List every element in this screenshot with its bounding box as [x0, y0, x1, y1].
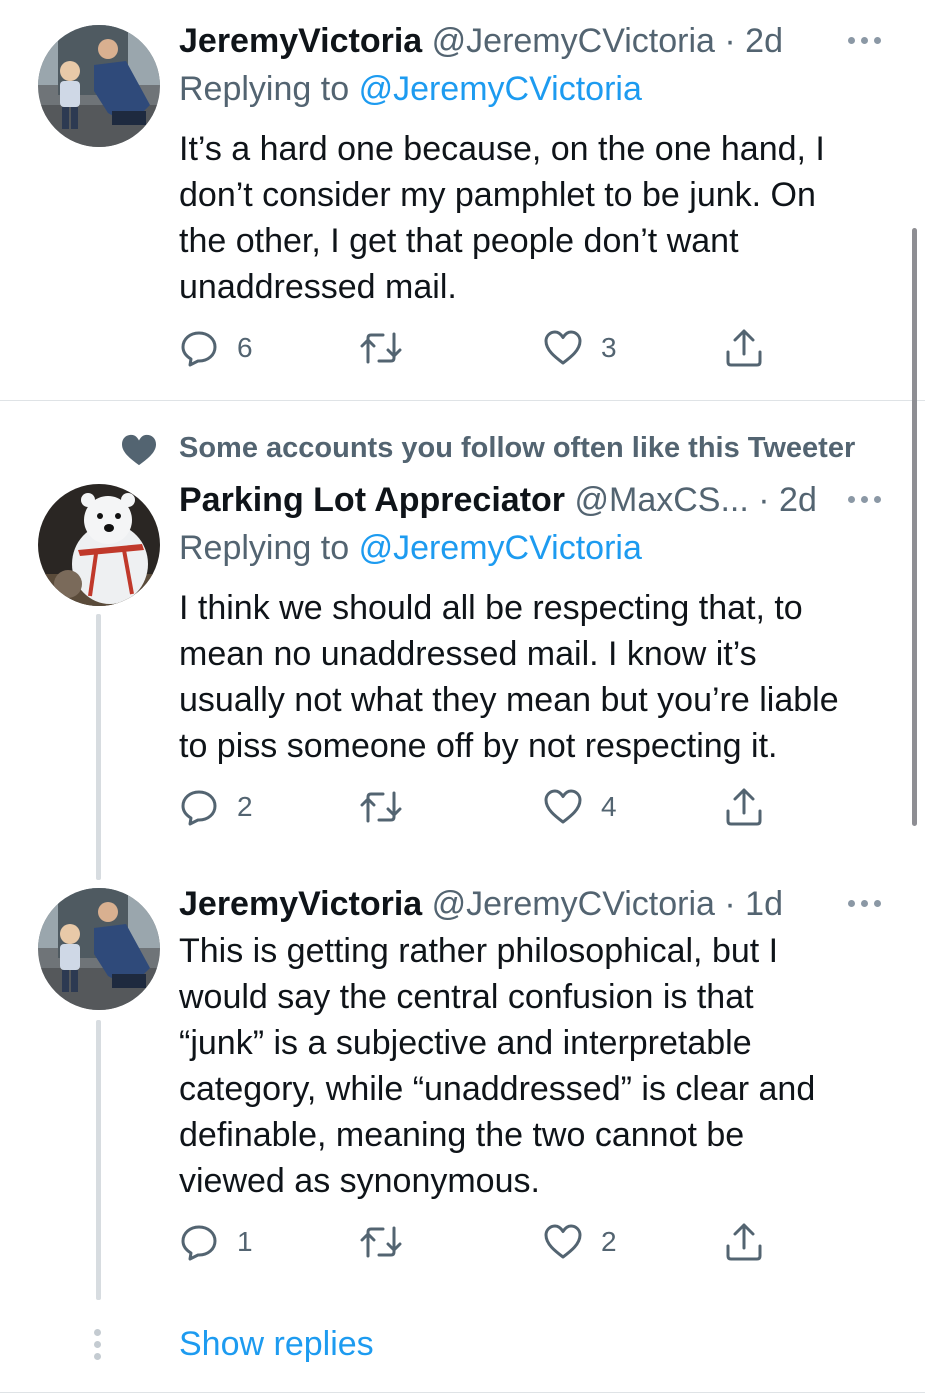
tweet-text: This is getting rather philosophical, bu…	[179, 928, 879, 1204]
tweet-2[interactable]: Some accounts you follow often like this…	[0, 401, 925, 861]
tweet-text-line: It’s a hard one because, on the one hand…	[179, 130, 825, 168]
tweet-text: It’s a hard one because, on the one hand…	[179, 126, 879, 310]
tweet-text-line: category, while “unaddressed” is clear a…	[179, 1070, 816, 1108]
tweet-text-line: usually not what they mean but you’re li…	[179, 681, 839, 719]
share-icon	[724, 1222, 764, 1262]
tweet-text-line: I think we should all be respecting that…	[179, 589, 803, 627]
tweet-1[interactable]: JeremyVictoria @JeremyCVictoria · 2d Rep…	[0, 0, 925, 400]
timestamp[interactable]: · 2d	[724, 22, 783, 60]
author-handle[interactable]: @JeremyCVictoria	[432, 22, 715, 60]
reply-count: 1	[237, 1226, 253, 1257]
tweet-text-line: This is getting rather philosophical, bu…	[179, 932, 779, 970]
heart-icon	[543, 1222, 583, 1262]
reply-icon	[179, 328, 219, 368]
replying-to: Replying to @JeremyCVictoria	[179, 528, 642, 568]
reply-count: 6	[237, 332, 253, 363]
author-name[interactable]: Parking Lot Appreciator	[179, 481, 565, 519]
like-count: 4	[601, 791, 617, 822]
tweet-text-line: viewed as synonymous.	[179, 1162, 540, 1200]
author-name[interactable]: JeremyVictoria	[179, 22, 422, 60]
replying-prefix: Replying to	[179, 529, 350, 567]
tweet-actions: 1 2	[179, 1220, 779, 1264]
replying-to: Replying to @JeremyCVictoria	[179, 69, 642, 109]
share-icon	[724, 328, 764, 368]
replying-handle-link[interactable]: @JeremyCVictoria	[359, 529, 642, 567]
divider	[0, 1392, 925, 1393]
show-replies-link[interactable]: Show replies	[179, 1324, 374, 1364]
like-button[interactable]: 3	[543, 326, 617, 370]
scrollbar[interactable]	[912, 228, 917, 826]
reply-button[interactable]: 2	[179, 785, 253, 829]
tweet-text-line: would say the central confusion is that	[179, 978, 754, 1016]
share-button[interactable]	[724, 326, 764, 370]
reply-icon	[179, 1222, 219, 1262]
like-button[interactable]: 2	[543, 1220, 617, 1264]
share-button[interactable]	[724, 785, 764, 829]
author-name[interactable]: JeremyVictoria	[179, 885, 422, 923]
avatar[interactable]	[38, 484, 160, 606]
social-context: Some accounts you follow often like this…	[179, 432, 856, 464]
retweet-icon	[359, 787, 403, 827]
tweet-text-line: don’t consider my pamphlet to be junk. O…	[179, 176, 816, 214]
avatar[interactable]	[38, 25, 160, 147]
replying-prefix: Replying to	[179, 70, 350, 108]
thread-line	[96, 1020, 101, 1300]
tweet-text-line: the other, I get that people don’t want	[179, 222, 739, 260]
tweet-text-line: “junk” is a subjective and interpretable	[179, 1024, 752, 1062]
author-handle[interactable]: @JeremyCVictoria	[432, 885, 715, 923]
heart-icon	[543, 328, 583, 368]
tweet-3[interactable]: JeremyVictoria @JeremyCVictoria · 1d Thi…	[0, 864, 925, 1304]
heart-filled-icon	[120, 433, 158, 472]
timestamp[interactable]: · 2d	[758, 481, 817, 519]
heart-icon	[543, 787, 583, 827]
share-button[interactable]	[724, 1220, 764, 1264]
tweet-actions: 2 4	[179, 785, 779, 829]
avatar[interactable]	[38, 888, 160, 1010]
reply-count: 2	[237, 791, 253, 822]
tweet-text-line: definable, meaning the two cannot be	[179, 1116, 745, 1154]
thread-line	[96, 614, 101, 880]
retweet-button[interactable]	[359, 785, 403, 829]
reply-button[interactable]: 6	[179, 326, 253, 370]
retweet-button[interactable]	[359, 326, 403, 370]
retweet-icon	[359, 328, 403, 368]
retweet-button[interactable]	[359, 1220, 403, 1264]
timestamp[interactable]: · 1d	[724, 885, 783, 923]
share-icon	[724, 787, 764, 827]
more-icon[interactable]	[846, 35, 886, 47]
reply-button[interactable]: 1	[179, 1220, 253, 1264]
like-count: 2	[601, 1226, 617, 1257]
tweet-text-line: mean no unaddressed mail. I know it’s	[179, 635, 757, 673]
reply-icon	[179, 787, 219, 827]
more-icon[interactable]	[846, 898, 886, 910]
more-replies-dots-icon	[94, 1329, 102, 1365]
like-button[interactable]: 4	[543, 785, 617, 829]
tweet-text-line: unaddressed mail.	[179, 268, 457, 306]
more-icon[interactable]	[846, 494, 886, 506]
replying-handle-link[interactable]: @JeremyCVictoria	[359, 70, 642, 108]
retweet-icon	[359, 1222, 403, 1262]
tweet-text: I think we should all be respecting that…	[179, 585, 879, 769]
like-count: 3	[601, 332, 617, 363]
author-handle[interactable]: @MaxCS...	[574, 481, 748, 519]
tweet-text-line: to piss someone off by not respecting it…	[179, 727, 778, 765]
tweet-actions: 6 3	[179, 326, 779, 370]
